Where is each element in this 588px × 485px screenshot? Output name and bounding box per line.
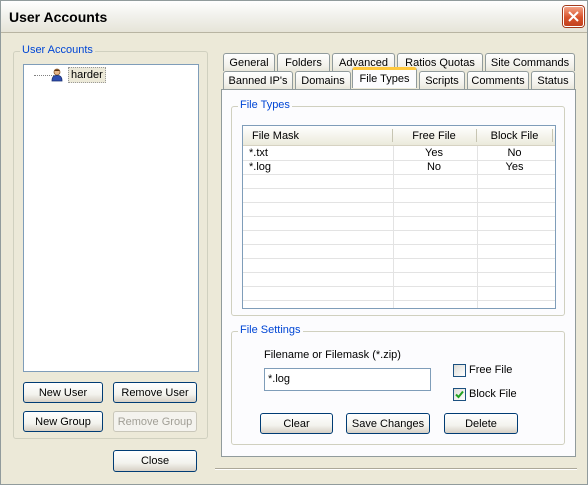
delete-button[interactable]: Delete: [444, 413, 518, 434]
file-types-group-label: File Types: [238, 99, 292, 111]
cell-free: No: [426, 161, 442, 173]
cell-free: Yes: [425, 147, 443, 159]
filemask-input[interactable]: *.log: [264, 368, 431, 391]
tab-folders[interactable]: Folders: [277, 53, 330, 71]
tab-domains[interactable]: Domains: [295, 71, 351, 89]
column-divider[interactable]: [392, 129, 393, 142]
checkmark-icon: [455, 390, 464, 399]
bottom-separator: [215, 468, 577, 470]
tree-item-harder[interactable]: harder: [50, 67, 106, 83]
empty-row: [243, 231, 555, 245]
empty-row: [243, 175, 555, 189]
cell-mask: *.txt: [249, 147, 268, 159]
column-free-file[interactable]: Free File: [394, 126, 474, 145]
new-user-button[interactable]: New User: [23, 382, 103, 403]
window-close-button[interactable]: [563, 6, 584, 27]
window-title: User Accounts: [9, 9, 108, 25]
column-divider[interactable]: [552, 129, 553, 142]
tab-site-commands[interactable]: Site Commands: [485, 53, 575, 71]
save-changes-button[interactable]: Save Changes: [346, 413, 430, 434]
column-file-mask[interactable]: File Mask: [252, 126, 299, 145]
close-button[interactable]: Close: [113, 450, 197, 472]
user-accounts-group-label: User Accounts: [20, 44, 95, 56]
table-row[interactable]: *.txt Yes No: [243, 147, 555, 161]
cell-block: No: [507, 147, 522, 159]
user-icon: [50, 68, 64, 82]
tab-scripts[interactable]: Scripts: [419, 71, 465, 89]
list-header: File Mask Free File Block File: [243, 126, 555, 146]
free-file-label: Free File: [469, 364, 513, 376]
user-accounts-window: User Accounts User Accounts harder New U…: [0, 0, 588, 485]
empty-row: [243, 259, 555, 273]
remove-group-button: Remove Group: [113, 411, 197, 432]
tab-file-types[interactable]: File Types: [352, 67, 417, 88]
close-icon: [568, 11, 579, 22]
tab-banned-ips[interactable]: Banned IP's: [223, 71, 293, 89]
column-block-file[interactable]: Block File: [478, 126, 551, 145]
clear-button[interactable]: Clear: [260, 413, 333, 434]
file-settings-group-label: File Settings: [238, 324, 303, 336]
tab-general[interactable]: General: [223, 53, 275, 71]
column-divider[interactable]: [476, 129, 477, 142]
cell-block: Yes: [505, 161, 524, 173]
empty-row: [243, 273, 555, 287]
tab-status[interactable]: Status: [531, 71, 575, 89]
remove-user-button[interactable]: Remove User: [113, 382, 197, 403]
user-tree[interactable]: harder: [23, 64, 199, 372]
file-types-list[interactable]: File Mask Free File Block File *.txt Yes…: [242, 125, 556, 309]
empty-row: [243, 217, 555, 231]
empty-row: [243, 245, 555, 259]
title-bar: User Accounts: [1, 1, 587, 33]
cell-mask: *.log: [249, 161, 272, 173]
new-group-button[interactable]: New Group: [23, 411, 103, 432]
tab-comments[interactable]: Comments: [467, 71, 529, 89]
table-row[interactable]: *.log No Yes: [243, 161, 555, 175]
tree-item-label: harder: [68, 67, 106, 83]
empty-row: [243, 287, 555, 301]
block-file-label: Block File: [469, 388, 517, 400]
free-file-checkbox[interactable]: [453, 364, 466, 377]
empty-row: [243, 189, 555, 203]
block-file-checkbox[interactable]: [453, 388, 466, 401]
empty-row: [243, 203, 555, 217]
filemask-label: Filename or Filemask (*.zip): [264, 349, 401, 361]
